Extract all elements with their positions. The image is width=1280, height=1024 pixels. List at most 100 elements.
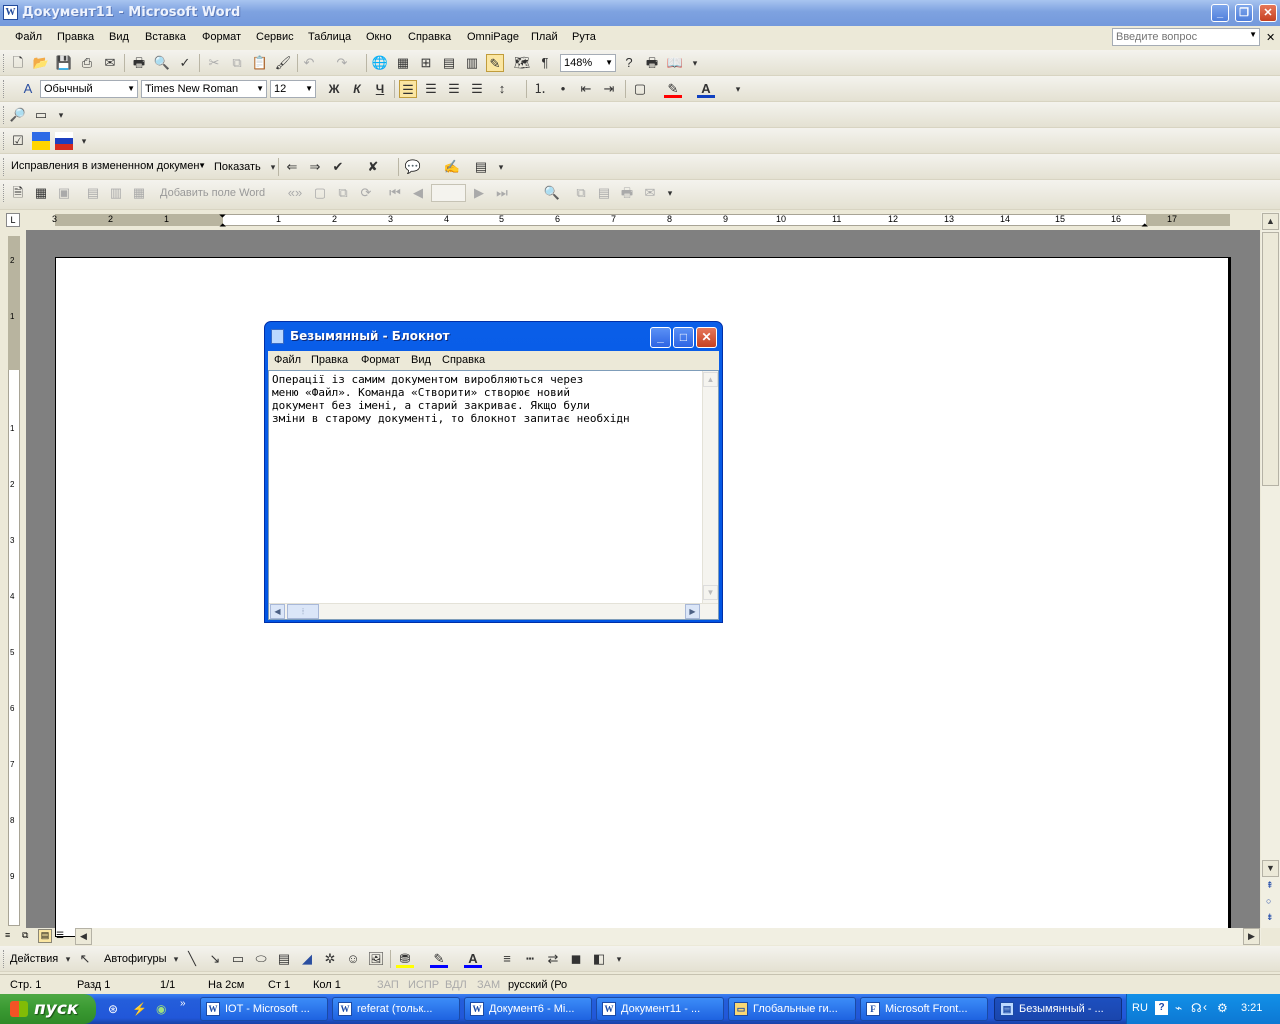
print-icon[interactable]: 🖶 (130, 54, 148, 72)
toolbar-grip[interactable] (3, 80, 6, 98)
ask-question-input[interactable] (1113, 29, 1243, 45)
menu-insert[interactable]: Вставка (145, 31, 186, 43)
notepad-menu-format[interactable]: Формат (361, 354, 400, 366)
scroll-down-button[interactable]: ▼ (1262, 860, 1279, 877)
font-color-draw-icon[interactable]: A (464, 950, 482, 968)
quicklaunch-more-icon[interactable]: » (180, 998, 186, 1009)
insert-table-icon[interactable]: ⊞ (417, 54, 435, 72)
chevron-down-icon[interactable]: ▼ (305, 81, 313, 97)
horizontal-scrollbar[interactable]: ◀ ▶ (75, 928, 1261, 945)
russia-flag-icon[interactable] (55, 132, 73, 150)
decrease-indent-icon[interactable]: ⇤ (577, 80, 595, 98)
outline-view-icon[interactable]: ☰ (56, 930, 64, 941)
picture-icon[interactable]: 🖼 (367, 950, 385, 968)
status-record[interactable]: ЗАП (377, 979, 399, 991)
status-section[interactable]: Разд 1 (77, 979, 110, 991)
notepad-close-button[interactable]: ✕ (696, 327, 717, 348)
chevron-down-icon[interactable]: ▼ (127, 81, 135, 97)
notepad-menu-file[interactable]: Файл (274, 354, 301, 366)
print-layout-view-icon[interactable]: ▤ (38, 929, 52, 943)
status-page[interactable]: Стр. 1 (10, 979, 41, 991)
status-language[interactable]: русский (Ро (508, 979, 567, 991)
arrow-icon[interactable]: ↘ (206, 950, 224, 968)
task-document6[interactable]: W Документ6 - Mi... (464, 997, 592, 1021)
diagram-icon[interactable]: ✲ (321, 950, 339, 968)
toolbar-grip[interactable] (3, 950, 6, 968)
bullets-icon[interactable]: • (554, 80, 572, 98)
font-size-combo[interactable]: 12 ▼ (270, 80, 316, 98)
insert-fields-icon[interactable]: ▦ (130, 184, 148, 202)
copy-icon[interactable]: ⧉ (228, 54, 246, 72)
previous-record-icon[interactable]: ◀ (409, 184, 427, 202)
merge-to-document-icon[interactable]: ▤ (595, 184, 613, 202)
ukraine-flag-icon[interactable] (32, 132, 50, 150)
scroll-right-button[interactable]: ▶ (1243, 928, 1260, 945)
tray-expand-icon[interactable]: ‹ (1203, 1000, 1207, 1014)
reject-change-icon[interactable]: ✘ (364, 158, 382, 176)
autoshapes-menu[interactable]: Автофигуры (104, 953, 167, 965)
merge-to-printer-icon[interactable]: 🖶 (618, 184, 636, 202)
document-map-icon[interactable]: 🗺 (513, 54, 531, 72)
toolbar-options-icon[interactable]: ▾ (492, 158, 510, 176)
font-color-icon[interactable]: A (697, 80, 715, 98)
styles-pane-icon[interactable]: A (19, 80, 37, 98)
insert-comment-icon[interactable]: 💬 (404, 158, 422, 176)
horizontal-ruler[interactable]: L ⏷ ⏶ ⏶ 3 2 1 1 2 3 4 5 6 7 8 9 10 11 12… (0, 210, 1280, 230)
web-view-icon[interactable]: ⧉ (22, 930, 28, 941)
menu-help[interactable]: Справка (408, 31, 451, 43)
notepad-maximize-button[interactable]: □ (673, 327, 694, 348)
menu-ruta[interactable]: Рута (572, 31, 596, 43)
notepad-menu-edit[interactable]: Правка (311, 354, 348, 366)
check-errors-icon[interactable]: ⧉ (572, 184, 590, 202)
status-track[interactable]: ИСПР (408, 979, 439, 991)
recipients-icon[interactable]: ▣ (55, 184, 73, 202)
zoom-combo[interactable]: 148% ▼ (560, 54, 616, 72)
toolbar-grip[interactable] (3, 184, 6, 202)
volume-icon[interactable]: ☊ (1191, 1001, 1202, 1015)
task-document11[interactable]: W Документ11 - ... (596, 997, 724, 1021)
drawing-icon[interactable]: ✎ (486, 54, 504, 72)
justify-icon[interactable]: ☰ (468, 80, 486, 98)
status-at[interactable]: На 2см (208, 979, 244, 991)
scroll-up-button[interactable]: ▲ (1262, 213, 1279, 230)
open-folder-icon[interactable]: 📂 (32, 54, 50, 72)
next-change-icon[interactable]: ⇒ (306, 158, 324, 176)
shadow-style-icon[interactable]: ◼ (567, 950, 585, 968)
menu-plai[interactable]: Плай (531, 31, 558, 43)
network-icon[interactable]: ⌁ (1175, 1001, 1182, 1015)
show-hide-icon[interactable]: ¶ (536, 54, 554, 72)
textbox-icon[interactable]: ▤ (275, 950, 293, 968)
menu-view[interactable]: Вид (109, 31, 129, 43)
clipart-icon[interactable]: ☺ (344, 950, 362, 968)
accept-change-icon[interactable]: ✔ (329, 158, 347, 176)
columns-icon[interactable]: ▥ (463, 54, 481, 72)
clock[interactable]: 3:21 (1241, 1002, 1262, 1014)
ask-question-box[interactable]: ▼ (1112, 28, 1260, 46)
task-referat[interactable]: Wreferat (тольк... (332, 997, 460, 1021)
notepad-menu-help[interactable]: Справка (442, 354, 485, 366)
find-entry-icon[interactable]: 🔍 (543, 184, 561, 202)
line-style-icon[interactable]: ≡ (498, 950, 516, 968)
vertical-scrollbar[interactable]: ▲ ▼ ⇞ ○ ⇟ (1261, 212, 1280, 928)
select-objects-icon[interactable]: ↖ (76, 950, 94, 968)
toolbar-options-icon[interactable]: ▾ (75, 132, 93, 150)
task-iot[interactable]: W IOT - Microsoft ... (200, 997, 328, 1021)
toolbar-grip[interactable] (3, 106, 6, 124)
display-for-review-combo[interactable]: Исправления в измененном докумен ▼ (8, 158, 208, 176)
menu-file[interactable]: Файл (15, 31, 42, 43)
underline-button[interactable]: Ч (371, 80, 389, 98)
font-combo[interactable]: Times New Roman ▼ (141, 80, 267, 98)
toolbar-options-icon[interactable]: ▾ (729, 80, 747, 98)
browser-quicklaunch-icon[interactable]: ⊛ (108, 1002, 118, 1016)
notepad-scroll-left[interactable]: ◀ (270, 604, 285, 619)
status-pages[interactable]: 1/1 (160, 979, 175, 991)
normal-view-icon[interactable]: ≡ (5, 930, 10, 940)
notepad-minimize-button[interactable]: _ (650, 327, 671, 348)
align-left-icon[interactable]: ☰ (399, 80, 417, 98)
previous-change-icon[interactable]: ⇐ (283, 158, 301, 176)
chevron-down-icon[interactable]: ▾ (264, 158, 282, 176)
new-document-icon[interactable]: 🗋 (9, 54, 27, 72)
tab-selector[interactable]: L (6, 213, 20, 227)
wordart-icon[interactable]: ◢ (298, 950, 316, 968)
main-document-setup-icon[interactable]: 🗎 (9, 184, 27, 202)
